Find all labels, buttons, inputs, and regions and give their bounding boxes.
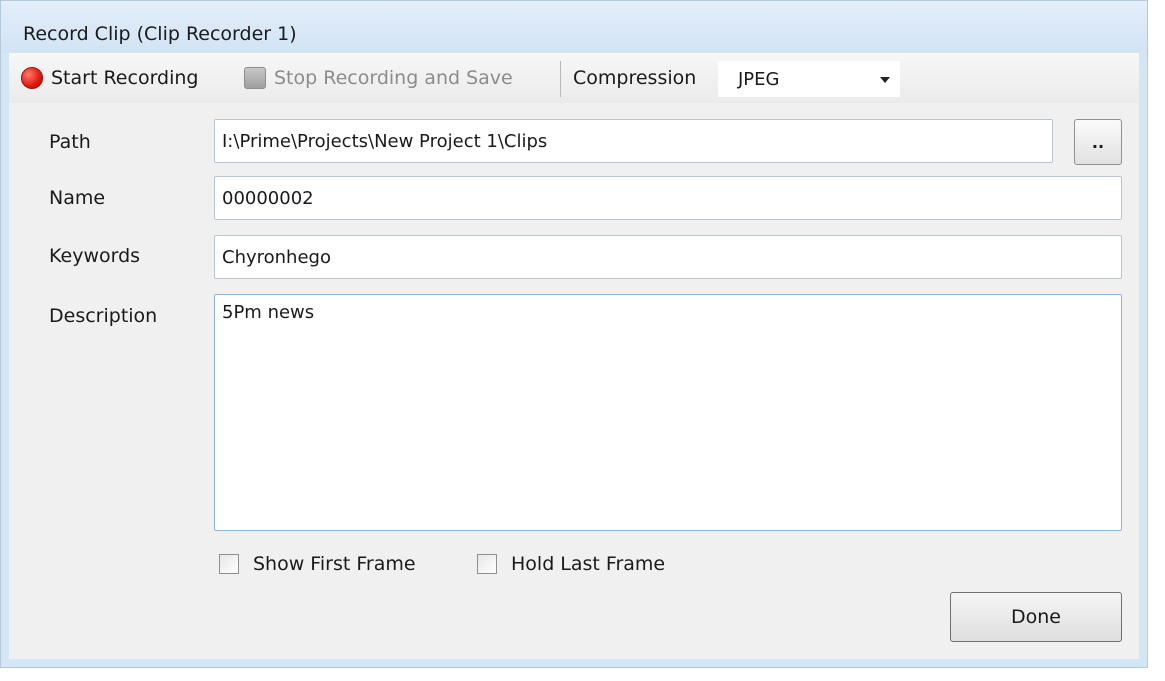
stop-recording-label: Stop Recording and Save: [274, 67, 513, 89]
hold-last-frame-option[interactable]: Hold Last Frame: [477, 553, 665, 575]
path-label: Path: [49, 131, 91, 153]
show-first-frame-checkbox[interactable]: [219, 554, 239, 574]
hold-last-frame-label: Hold Last Frame: [511, 553, 666, 575]
keywords-label: Keywords: [49, 245, 141, 267]
browse-button[interactable]: ..: [1074, 119, 1122, 165]
show-first-frame-option[interactable]: Show First Frame: [219, 553, 416, 575]
compression-select[interactable]: JPEG: [718, 61, 900, 97]
start-recording-button[interactable]: Start Recording: [21, 63, 198, 93]
name-label: Name: [49, 187, 106, 209]
chevron-down-icon: [880, 77, 890, 83]
toolbar: Start Recording Stop Recording and Save …: [9, 53, 1139, 103]
path-input[interactable]: [214, 119, 1053, 163]
toolbar-separator: [560, 61, 561, 97]
keywords-input[interactable]: [214, 235, 1122, 279]
stop-icon: [244, 67, 266, 89]
hold-last-frame-checkbox[interactable]: [477, 554, 497, 574]
description-label: Description: [49, 305, 158, 327]
name-input[interactable]: [214, 176, 1122, 220]
stop-recording-button[interactable]: Stop Recording and Save: [244, 63, 513, 93]
description-textarea[interactable]: 5Pm news: [214, 294, 1122, 531]
done-button-label: Done: [1011, 606, 1061, 628]
done-button[interactable]: Done: [950, 592, 1122, 642]
record-icon: [21, 67, 43, 89]
dialog-content: Start Recording Stop Recording and Save …: [9, 53, 1139, 659]
record-clip-dialog: Record Clip (Clip Recorder 1) Start Reco…: [0, 0, 1148, 668]
show-first-frame-label: Show First Frame: [253, 553, 416, 575]
window-title: Record Clip (Clip Recorder 1): [23, 23, 297, 45]
title-bar[interactable]: Record Clip (Clip Recorder 1): [1, 1, 1147, 53]
compression-label: Compression: [573, 67, 697, 89]
start-recording-label: Start Recording: [51, 67, 199, 89]
compression-value: JPEG: [738, 69, 780, 90]
compression-label-wrap: Compression: [573, 63, 696, 93]
browse-button-label: ..: [1091, 133, 1105, 152]
